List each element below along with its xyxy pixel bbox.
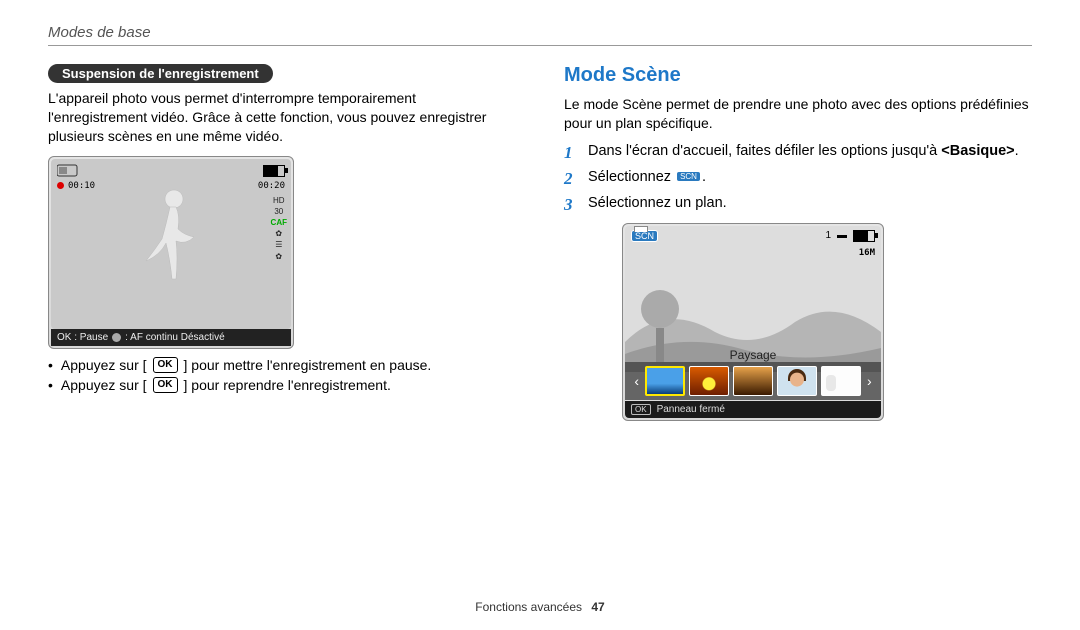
remaining-time: 00:20 bbox=[258, 181, 285, 191]
ok-box-icon: OK bbox=[631, 404, 651, 415]
footer-section: Fonctions avancées bbox=[475, 600, 582, 614]
footer-af-text: : AF continu Désactivé bbox=[125, 332, 225, 343]
left-column: Suspension de l'enregistrement L'apparei… bbox=[48, 64, 516, 421]
video-lcd-footer: OK : Pause : AF continu Désactivé bbox=[51, 329, 291, 346]
movie-mode-icon bbox=[57, 163, 79, 180]
scn-mode-icon: SCN bbox=[677, 172, 700, 181]
battery-icon bbox=[853, 230, 875, 242]
divider bbox=[48, 45, 1032, 46]
scene-intro: Le mode Scène permet de prendre une phot… bbox=[564, 95, 1032, 133]
video-side-icons: HD30CAF ✿☰✿ bbox=[271, 195, 287, 262]
panel-closed-label: Panneau fermé bbox=[657, 404, 725, 415]
scene-thumb-portrait[interactable] bbox=[777, 366, 817, 396]
scene-thumbnail-strip[interactable]: ‹ › bbox=[625, 362, 881, 400]
chapter-title: Modes de base bbox=[48, 24, 1032, 41]
step-2: 2 Sélectionnez SCN. bbox=[564, 169, 1032, 189]
video-lcd: 00:10 00:20 HD30CAF ✿☰✿ OK bbox=[48, 156, 294, 349]
dancer-silhouette-icon bbox=[136, 185, 206, 295]
bullet-pause: Appuyez sur [ OK ] pour mettre l'enregis… bbox=[48, 357, 516, 373]
section-pill: Suspension de l'enregistrement bbox=[48, 64, 273, 83]
pause-instructions: Appuyez sur [ OK ] pour mettre l'enregis… bbox=[48, 357, 516, 393]
ok-button-icon: OK bbox=[153, 377, 178, 393]
rec-indicator: 00:10 bbox=[57, 181, 95, 191]
record-dot-icon bbox=[57, 182, 64, 189]
bullet-resume: Appuyez sur [ OK ] pour reprendre l'enre… bbox=[48, 377, 516, 393]
scene-name-label: Paysage bbox=[625, 348, 881, 362]
sd-card-icon: ▬ bbox=[837, 230, 847, 241]
step-1: 1 Dans l'écran d'accueil, faites défiler… bbox=[564, 143, 1032, 163]
scroll-right-icon[interactable]: › bbox=[865, 373, 874, 389]
page-number: 47 bbox=[591, 600, 604, 614]
elapsed-time: 00:10 bbox=[68, 181, 95, 191]
step-3: 3 Sélectionnez un plan. bbox=[564, 195, 1032, 215]
footer-ok-text: OK : Pause bbox=[57, 332, 108, 343]
scene-mode-heading: Mode Scène bbox=[564, 64, 1032, 87]
scene-thumb-landscape[interactable] bbox=[645, 366, 685, 396]
scene-steps: 1 Dans l'écran d'accueil, faites défiler… bbox=[564, 143, 1032, 215]
scn-badge-icon: SCN bbox=[631, 230, 658, 242]
battery-icon bbox=[263, 165, 285, 177]
page-footer: Fonctions avancées 47 bbox=[0, 600, 1080, 614]
scene-thumb-snow[interactable] bbox=[821, 366, 861, 396]
shots-remaining: 1 bbox=[825, 230, 831, 241]
left-intro: L'appareil photo vous permet d'interromp… bbox=[48, 89, 516, 146]
scroll-left-icon[interactable]: ‹ bbox=[632, 373, 641, 389]
scene-thumb-dawn[interactable] bbox=[733, 366, 773, 396]
scene-thumb-sunset[interactable] bbox=[689, 366, 729, 396]
resolution-label: 16M bbox=[859, 248, 875, 258]
ok-button-icon: OK bbox=[153, 357, 178, 373]
right-column: Mode Scène Le mode Scène permet de prend… bbox=[564, 64, 1032, 421]
flower-icon bbox=[112, 333, 121, 342]
scene-lcd: SCN 1 ▬ 16M Paysage ‹ bbox=[622, 223, 884, 421]
scene-lcd-footer: OK Panneau fermé bbox=[625, 401, 881, 418]
